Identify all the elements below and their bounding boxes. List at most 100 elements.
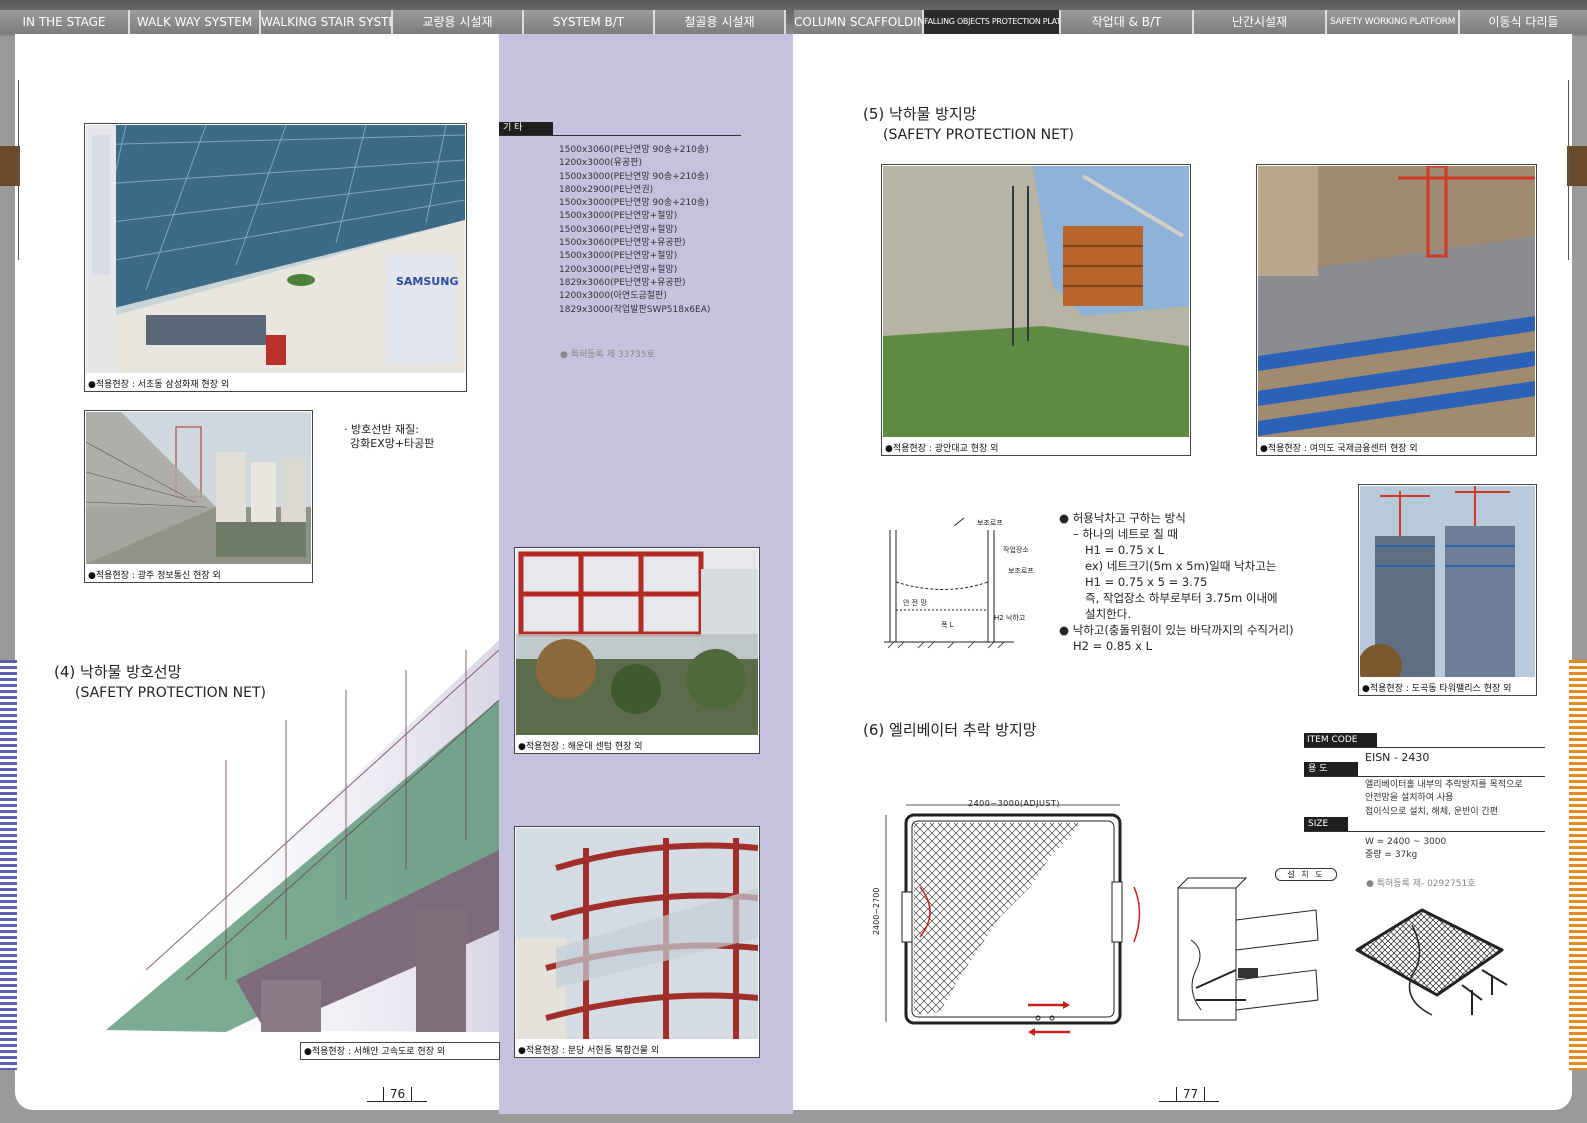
- diagram-label-drop: H2 낙하고: [994, 614, 1026, 622]
- tab-falling-objects-protection-platform[interactable]: FALLING OBJECTS PROTECTION PLATFORM: [924, 10, 1061, 34]
- method-line: – 하나의 네트로 칠 때: [1073, 527, 1179, 541]
- usage-line: 안전망을 설치하여 사용: [1365, 793, 1454, 804]
- method-line: H1 = 0.75 x 5 = 3.75: [1085, 575, 1208, 589]
- item-code-rule: [1304, 747, 1545, 748]
- photo-caption: ●적용현장 : 분당 서현동 복합건물 외: [518, 1046, 660, 1056]
- material-note-line: · 방호선반 재질:: [344, 423, 419, 436]
- size-label: SIZE: [1304, 817, 1348, 831]
- spec-item: 1500x3060(PE난연망+유공판): [559, 238, 686, 249]
- diagram-label-rope1: 보조로프: [977, 519, 1003, 527]
- right-stripe-decoration: [1569, 660, 1587, 1070]
- left-margin-line: [18, 80, 19, 260]
- usage-line: 접이식으로 설치, 해체, 운반이 간편: [1365, 806, 1499, 817]
- spec-item: 1200x3000(PE난연망+철망): [559, 264, 678, 275]
- spec-item: 1500x3000(PE난연망 90송+210송): [559, 171, 709, 182]
- material-note: · 방호선반 재질: 강화EX망+타공판: [344, 423, 434, 451]
- photo-image: [516, 828, 759, 1039]
- svg-text:SAMSUNG: SAMSUNG: [396, 275, 458, 288]
- usage-rule: [1304, 776, 1545, 777]
- photo-caption: ●적용현장 : 서해안 고속도로 현장 외: [304, 1047, 446, 1057]
- dimension-height: 2400~2700: [872, 887, 881, 935]
- spec-item: 1500x3000(PE난연망 90송+210송): [559, 198, 709, 209]
- elevator-net-drawing: [880, 797, 1152, 1042]
- patent-note-left: ● 특허등록 제 33735호: [560, 350, 655, 360]
- usage-text: 엘리베이터홀 내부의 추락방지를 목적으로 안전망을 설치하여 사용 접이식으로…: [1365, 779, 1523, 819]
- usage-label: 용 도: [1304, 762, 1358, 776]
- dimension-width: 2400~3000(ADJUST): [968, 799, 1060, 808]
- photo-image: [516, 549, 758, 735]
- tab-safety-working-platform[interactable]: SAFETY WORKING PLATFORM: [1327, 10, 1460, 34]
- section5-title: (5) 낙하물 방지망: [863, 105, 977, 123]
- right-tab-marker: [1567, 146, 1587, 186]
- spec-item: 1829x3060(PE난연망+유공판): [559, 277, 686, 288]
- usage-line: 엘리베이터홀 내부의 추락방지를 목적으로: [1365, 780, 1523, 790]
- photo-caption: ●적용현장 : 광안대교 현장 외: [885, 444, 999, 454]
- spec-item: 1200x3000(유공판): [559, 158, 642, 169]
- photo-image: [85, 412, 311, 564]
- diagram-label-width: 폭 L: [941, 621, 954, 629]
- page-number-right: 77: [1176, 1087, 1205, 1102]
- tab-bridge-facility[interactable]: 교량용 시설재: [393, 10, 524, 34]
- photo-image: SAMSUNG: [85, 124, 466, 373]
- method-line: ex) 네트크기(5m x 5m)일때 낙차고는: [1085, 559, 1277, 573]
- tab-steel-facility[interactable]: 철골용 시설재: [655, 10, 786, 34]
- right-margin-line: [1568, 80, 1569, 260]
- size-text: W = 2400 ~ 3000 중량 = 37kg: [1365, 836, 1446, 863]
- item-code-label: ITEM CODE: [1304, 733, 1377, 747]
- method-line: 설치한다.: [1085, 607, 1131, 621]
- photo3-caption-box: ●적용현장 : 서해안 고속도로 현장 외: [300, 1042, 500, 1060]
- tab-walking-stair-system[interactable]: WALKING STAIR SYSTEM: [261, 10, 393, 34]
- size-line: 중량 = 37kg: [1365, 850, 1418, 861]
- photo-image: [1358, 486, 1535, 688]
- tab-mobile-ladders[interactable]: 이동식 다리들: [1460, 10, 1587, 34]
- others-rule: [499, 135, 741, 136]
- photo-image: [1258, 164, 1535, 437]
- photo-west-coast-highway: [86, 640, 500, 1032]
- photo-caption: ●적용현장 : 여의도 국제금융센터 현장 외: [1260, 444, 1418, 454]
- method-line: ● 허용낙차고 구하는 방식: [1059, 511, 1186, 525]
- method-line: 즉, 작업장소 하부로부터 3.75m 이내에: [1085, 591, 1278, 605]
- method-line: H2 = 0.85 x L: [1073, 639, 1153, 653]
- material-note-line: 강화EX망+타공판: [350, 437, 435, 450]
- folded-net-drawing: [1352, 905, 1517, 1040]
- drop-height-method: ● 허용낙차고 구하는 방식 – 하나의 네트로 칠 때 H1 = 0.75 x…: [1059, 510, 1294, 654]
- item-code-value: EISN - 2430: [1365, 751, 1430, 764]
- spec-item: 1500x3000(PE난연망+철망): [559, 211, 678, 222]
- diagram-label-net: 안 전 망: [903, 599, 927, 607]
- tab-system-bt[interactable]: SYSTEM B/T: [524, 10, 655, 34]
- drop-height-diagram: [879, 512, 1034, 654]
- tab-railing-facility[interactable]: 난간시설재: [1194, 10, 1327, 34]
- spec-item: 1500x3000(PE난연망+철망): [559, 251, 678, 262]
- photo-yeouido-ifc: ●적용현장 : 여의도 국제금융센터 현장 외: [1256, 164, 1537, 456]
- spec-list: 1500x3060(PE난연망 90송+210송) 1200x3000(유공판)…: [559, 144, 710, 317]
- patent-note-right: ● 특허등록 제- 0292751호: [1366, 879, 1476, 889]
- method-line: H1 = 0.75 x L: [1085, 543, 1165, 557]
- others-label: 기 타: [499, 122, 553, 135]
- spec-item: 1829x3000(작업발판SWP518x6EA): [559, 304, 711, 315]
- size-rule: [1304, 831, 1545, 832]
- spec-item: 1200x3000(아연도금철판): [559, 291, 667, 302]
- photo-caption: ●적용현장 : 도곡동 타워팰리스 현장 외: [1362, 684, 1512, 694]
- page-number-left: 76: [383, 1087, 412, 1102]
- photo-seocho-samsung: SAMSUNG ●적용현장 : 서초동 삼성화재 현장 외: [84, 123, 467, 392]
- size-line: W = 2400 ~ 3000: [1365, 837, 1447, 847]
- method-line: ● 낙하고(충돌위험이 있는 바닥까지의 수직거리): [1059, 623, 1294, 637]
- spec-item: 1500x3060(PE난연망+철망): [559, 224, 678, 235]
- tab-column-scaffolding[interactable]: COLUMN SCAFFOLDING: [794, 10, 924, 34]
- installation-drawing: [1176, 870, 1326, 1035]
- diagram-label-rope2: 보조로프: [1008, 567, 1034, 575]
- tab-work-platform-bt[interactable]: 작업대 & B/T: [1061, 10, 1194, 34]
- top-tab-bar: IN THE STAGE WALK WAY SYSTEM WALKING STA…: [0, 0, 1587, 36]
- photo-caption: ●적용현장 : 광주 정보통신 현장 외: [88, 571, 221, 581]
- photo-caption: ●적용현장 : 서초동 삼성화재 현장 외: [88, 380, 230, 390]
- section5-subtitle: (SAFETY PROTECTION NET): [883, 127, 1074, 143]
- photo-gwangan-bridge: ●적용현장 : 광안대교 현장 외: [881, 164, 1191, 456]
- photo-haeundae-centum: ●적용현장 : 해운대 센텀 현장 외: [514, 547, 760, 754]
- photo-caption: ●적용현장 : 해운대 센텀 현장 외: [518, 742, 643, 752]
- spec-item: 1500x3060(PE난연망 90송+210송): [559, 145, 709, 155]
- tab-walk-way-system[interactable]: WALK WAY SYSTEM: [130, 10, 261, 34]
- photo-dogok-tower-palace: ●적용현장 : 도곡동 타워팰리스 현장 외: [1358, 484, 1537, 696]
- left-tab-marker: [0, 146, 20, 186]
- photo-image: [883, 166, 1189, 437]
- tab-in-the-stage[interactable]: IN THE STAGE: [0, 10, 130, 34]
